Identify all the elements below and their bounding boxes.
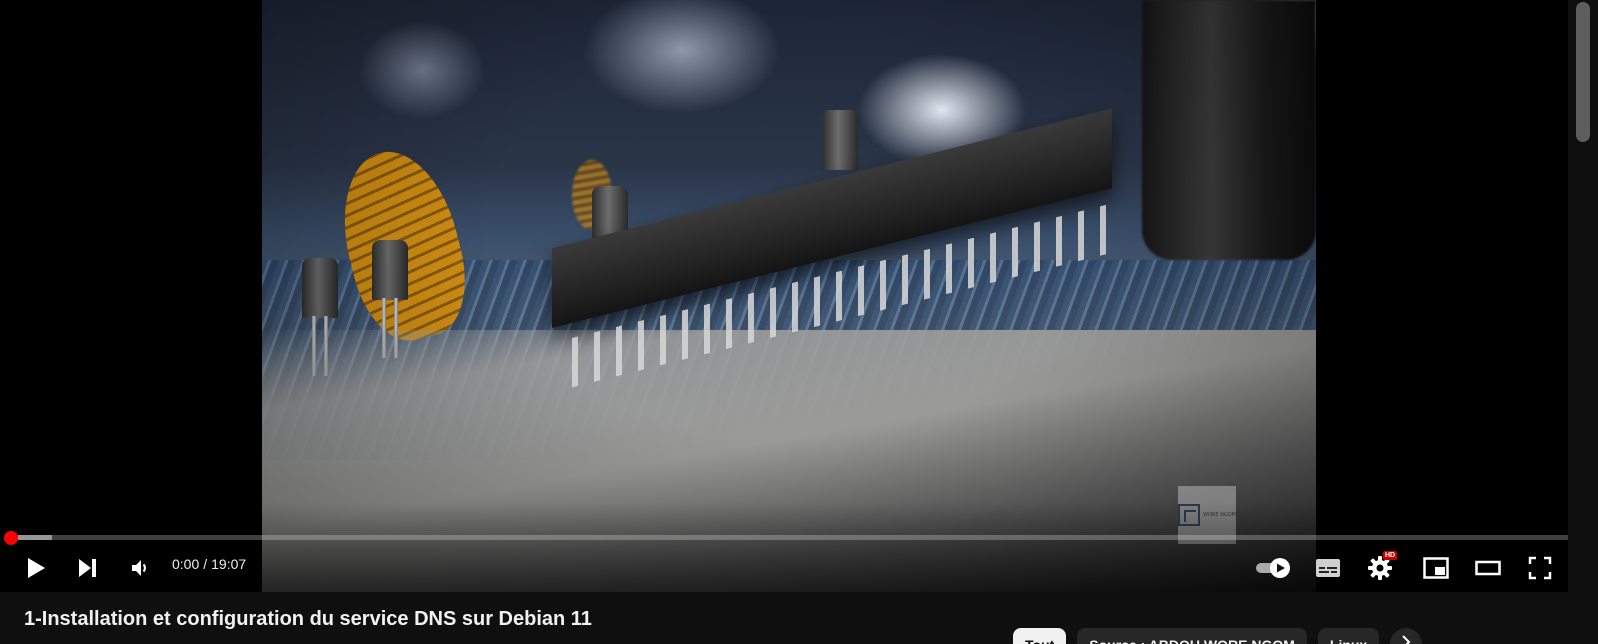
time-display: 0:00/19:07 — [172, 556, 246, 572]
next-button[interactable] — [70, 550, 106, 586]
miniplayer-button[interactable] — [1418, 550, 1454, 586]
progress-scrubber[interactable] — [4, 531, 18, 545]
captions-button[interactable] — [1310, 550, 1346, 586]
video-title: 1-Installation et configuration du servi… — [24, 608, 592, 630]
time-current: 0:00 — [172, 556, 200, 572]
captions-icon — [1316, 559, 1340, 577]
autoplay-toggle-icon — [1256, 558, 1290, 578]
video-player[interactable]: WORE NGOM 0:00/19:07 — [0, 0, 1568, 592]
chip-linux[interactable]: Linux — [1317, 628, 1380, 644]
next-icon — [79, 559, 96, 577]
fullscreen-button[interactable] — [1522, 550, 1558, 586]
theater-mode-button[interactable] — [1470, 550, 1506, 586]
related-filter-chips: Tout Source : ABDOU WORE NGOM Linux — [1013, 628, 1423, 644]
chip-source[interactable]: Source : ABDOU WORE NGOM — [1077, 628, 1307, 644]
page-scrollbar[interactable] — [1568, 0, 1598, 644]
hd-badge: HD — [1383, 551, 1398, 560]
theater-icon — [1475, 560, 1501, 576]
play-button[interactable] — [18, 550, 54, 586]
miniplayer-icon — [1423, 557, 1449, 579]
chips-next-button[interactable] — [1390, 628, 1423, 644]
scrollbar-thumb[interactable] — [1576, 2, 1590, 142]
progress-bar[interactable] — [12, 535, 1568, 540]
page: WORE NGOM 0:00/19:07 — [0, 0, 1598, 644]
autoplay-toggle[interactable] — [1252, 553, 1296, 583]
time-separator: / — [203, 556, 208, 572]
volume-icon — [132, 560, 146, 576]
time-total: 19:07 — [211, 556, 247, 572]
volume-button[interactable] — [122, 550, 158, 586]
fullscreen-icon — [1528, 556, 1552, 580]
chip-all[interactable]: Tout — [1013, 628, 1067, 644]
chevron-right-icon — [1402, 635, 1411, 644]
play-icon — [28, 558, 45, 578]
